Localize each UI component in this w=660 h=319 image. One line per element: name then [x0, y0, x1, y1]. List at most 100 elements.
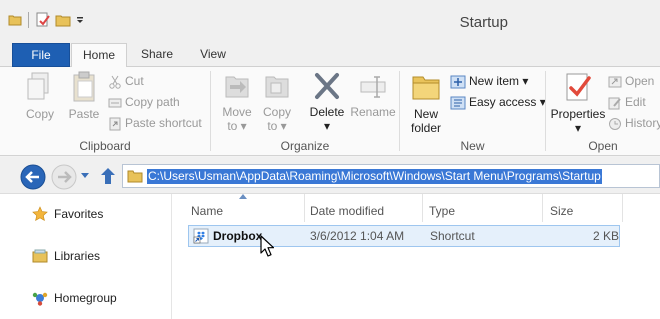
nav-label-homegroup: Homegroup: [54, 291, 117, 305]
paste-shortcut-icon: [109, 117, 121, 131]
properties-button[interactable]: Properties ▾: [550, 71, 606, 135]
edit-label: Edit: [625, 95, 646, 109]
open-group: Properties ▾ Open Edit History Open: [546, 67, 660, 156]
scissors-icon: [109, 75, 121, 89]
window-title: Startup: [459, 14, 508, 31]
nav-label-favorites: Favorites: [54, 207, 104, 221]
star-icon: [32, 206, 48, 221]
folder-icon: [127, 170, 143, 183]
tab-view[interactable]: View: [190, 43, 236, 67]
copy-path-label: Copy path: [125, 95, 180, 109]
divider[interactable]: [542, 194, 543, 222]
new-item-label: New item ▾: [469, 74, 529, 88]
open-group-label: Open: [588, 139, 618, 153]
delete-x-icon: [315, 73, 339, 99]
divider[interactable]: [622, 194, 623, 222]
clipboard-icon: [73, 71, 95, 102]
copy-icon: [27, 72, 49, 100]
new-folder-label-line1: New: [413, 107, 438, 121]
ribbon: Copy Paste Cut Copy path Paste shortcut …: [0, 67, 660, 156]
recent-locations-chevron-icon[interactable]: [80, 172, 90, 180]
copy-to-label-line1: Copy: [262, 105, 291, 119]
delete-button[interactable]: Delete ▾: [303, 71, 351, 133]
address-row: C:\Users\Usman\AppData\Roaming\Microsoft…: [0, 157, 660, 194]
column-header-type[interactable]: Type: [429, 199, 455, 223]
organize-group-label: Organize: [280, 139, 330, 153]
properties-dropdown-arrow: ▾: [574, 121, 582, 135]
open-label: Open: [625, 74, 655, 88]
easy-access-label: Easy access ▾: [469, 95, 546, 109]
easy-access-button[interactable]: Easy access ▾: [450, 93, 546, 111]
move-to-button[interactable]: Move to ▾: [217, 71, 257, 133]
rename-label: Rename: [350, 105, 396, 119]
move-to-icon: [225, 76, 249, 98]
sort-ascending-icon: [239, 194, 247, 199]
cut-label: Cut: [125, 74, 144, 88]
title-bar: Startup: [0, 0, 660, 38]
clipboard-group: Copy Paste Cut Copy path Paste shortcut …: [0, 67, 210, 156]
easy-access-icon: [450, 96, 466, 110]
new-group: New folder New item ▾ Easy access ▾ New: [400, 67, 546, 156]
new-folder-button[interactable]: New folder: [404, 71, 448, 135]
address-path[interactable]: C:\Users\Usman\AppData\Roaming\Microsoft…: [147, 169, 602, 184]
divider[interactable]: [304, 194, 305, 222]
copy-button[interactable]: Copy: [20, 71, 60, 121]
divider[interactable]: [422, 194, 423, 222]
up-arrow-icon[interactable]: [100, 167, 116, 185]
address-bar[interactable]: C:\Users\Usman\AppData\Roaming\Microsoft…: [122, 164, 660, 188]
rename-icon: [360, 76, 386, 98]
edit-icon: [608, 97, 621, 110]
back-icon[interactable]: [20, 164, 46, 190]
tab-share[interactable]: Share: [132, 43, 182, 67]
file-list: Name Date modified Type Size Dropbox 3/6…: [173, 194, 660, 319]
new-group-label: New: [460, 139, 485, 153]
delete-dropdown-arrow: ▾: [323, 119, 331, 133]
copy-path-button[interactable]: Copy path: [108, 93, 180, 111]
file-name[interactable]: Dropbox: [213, 229, 262, 243]
ribbon-tab-row: File Home Share View: [0, 38, 660, 68]
file-type: Shortcut: [430, 229, 475, 243]
new-folder-label-line2: folder: [410, 121, 442, 135]
dropbox-shortcut-icon: [193, 228, 209, 244]
copy-to-icon: [265, 76, 289, 98]
cut-button[interactable]: Cut: [108, 72, 144, 90]
column-header-size[interactable]: Size: [550, 199, 573, 223]
tab-home[interactable]: Home: [71, 43, 127, 68]
column-header-name[interactable]: Name: [191, 199, 223, 223]
copy-path-icon: [108, 98, 122, 108]
column-header-date-modified[interactable]: Date modified: [310, 199, 384, 223]
history-label: History: [625, 116, 660, 130]
copy-to-label-line2: to ▾: [267, 119, 287, 133]
table-row[interactable]: Dropbox 3/6/2012 1:04 AM Shortcut 2 KB: [188, 225, 620, 247]
move-to-label-line2: to ▾: [227, 119, 247, 133]
paste-label: Paste: [68, 107, 100, 121]
organize-group: Move to ▾ Copy to ▾ Delete ▾ Rename Orga…: [211, 67, 399, 156]
properties-icon: [566, 73, 591, 101]
paste-button[interactable]: Paste: [64, 71, 104, 121]
move-to-label-line1: Move: [222, 105, 252, 119]
properties-label: Properties: [550, 107, 606, 121]
content-area: Favorites Libraries Homegroup Name Date …: [0, 194, 660, 319]
new-item-icon: [450, 75, 466, 89]
libraries-icon: [32, 249, 48, 263]
forward-icon[interactable]: [51, 164, 77, 190]
mouse-cursor-icon: [260, 235, 274, 257]
new-item-button[interactable]: New item ▾: [450, 72, 528, 90]
copy-to-button[interactable]: Copy to ▾: [257, 71, 297, 133]
history-icon: [609, 117, 621, 130]
paste-shortcut-button[interactable]: Paste shortcut: [108, 114, 202, 132]
delete-label: Delete: [309, 105, 345, 119]
file-date-modified: 3/6/2012 1:04 AM: [310, 229, 405, 243]
open-button[interactable]: Open: [608, 72, 654, 90]
history-button[interactable]: History: [608, 114, 660, 132]
file-size: 2 KB: [593, 229, 620, 243]
edit-button[interactable]: Edit: [608, 93, 646, 111]
nav-label-libraries: Libraries: [54, 249, 101, 263]
rename-button[interactable]: Rename: [349, 71, 397, 119]
tab-file[interactable]: File: [12, 43, 70, 67]
folder-icon: [412, 76, 440, 100]
homegroup-icon: [32, 292, 48, 306]
paste-shortcut-label: Paste shortcut: [125, 116, 202, 130]
navigation-pane: Favorites Libraries Homegroup: [0, 194, 172, 319]
open-icon: [608, 76, 622, 88]
